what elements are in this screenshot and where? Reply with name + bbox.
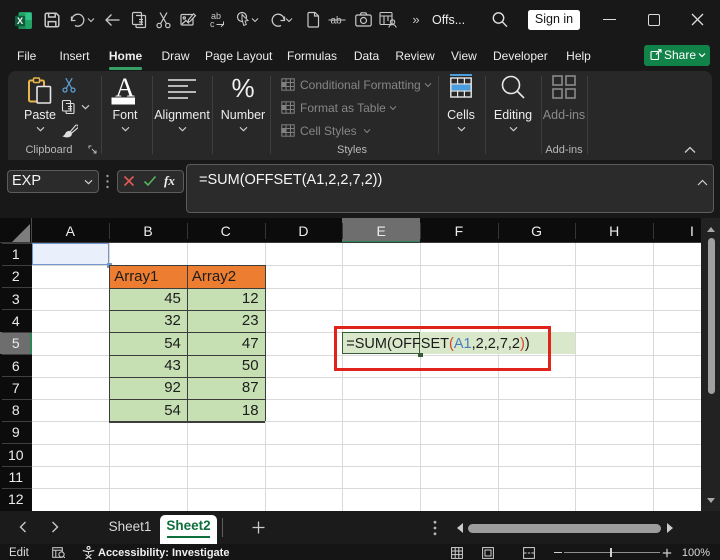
svg-text:X: X [17, 16, 24, 27]
svg-text:ab: ab [331, 16, 343, 27]
svg-text:c: c [210, 19, 215, 29]
